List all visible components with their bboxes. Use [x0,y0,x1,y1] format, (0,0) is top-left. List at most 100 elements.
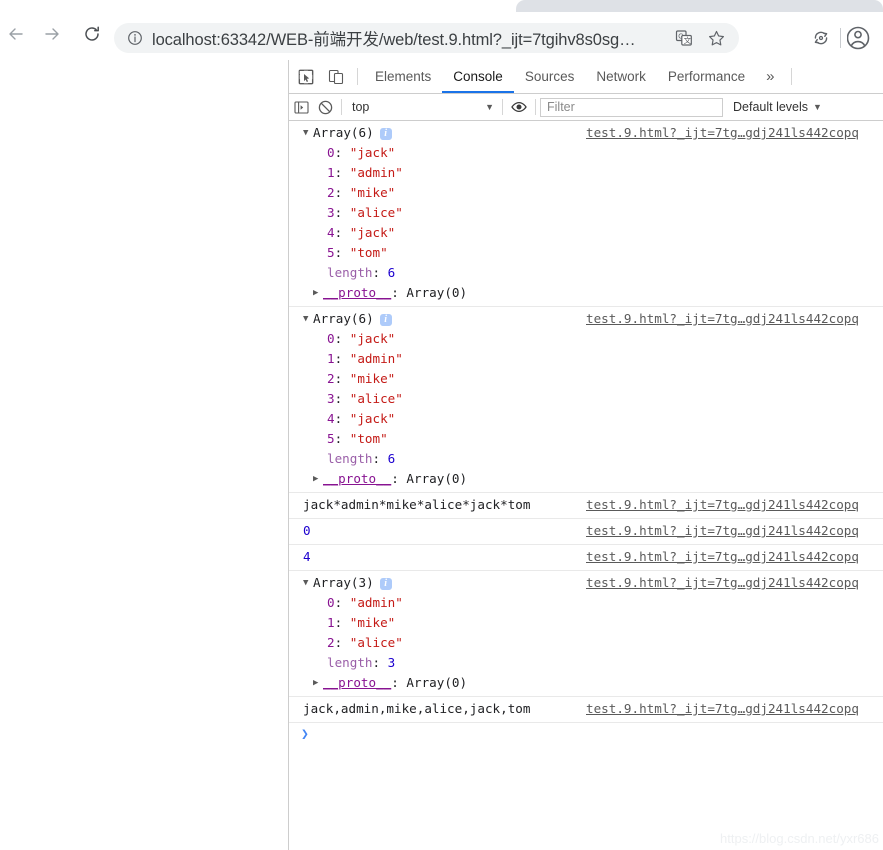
property-value: "alice" [349,391,403,406]
property-value: "jack" [349,411,396,426]
object-proto-row[interactable]: __proto__: Array(0) [289,673,883,693]
property-value: "alice" [349,205,403,220]
object-property: length: 3 [289,653,883,673]
console-source-link[interactable]: test.9.html?_ijt=7tg…gdj241ls442copq [586,495,883,515]
object-property: length: 6 [289,263,883,283]
browser-toolbar: localhost:63342/WEB-前端开发/web/test.9.html… [0,12,883,60]
back-button[interactable] [2,22,30,50]
info-badge-icon[interactable]: i [379,128,392,140]
sync-refresh-icon[interactable] [808,25,834,51]
console-message-list[interactable]: Array(6)i0: "jack"1: "admin"2: "mike"3: … [289,121,883,850]
address-bar[interactable]: localhost:63342/WEB-前端开发/web/test.9.html… [114,23,739,53]
object-property: 5: "tom" [289,429,883,449]
chevron-down-icon[interactable] [303,123,313,143]
property-value: "tom" [349,245,388,260]
console-sidebar-icon[interactable] [289,95,313,119]
property-separator: : [334,331,350,346]
object-property: 1: "admin" [289,163,883,183]
property-key: 2 [327,185,335,200]
reload-button[interactable] [78,22,106,50]
console-source-link[interactable]: test.9.html?_ijt=7tg…gdj241ls442copq [586,547,883,567]
property-value: "jack" [349,225,396,240]
console-toolbar: top ▼ Filter Default levels ▼ [289,94,883,121]
tab-sources[interactable]: Sources [514,61,586,93]
more-tabs-button[interactable]: » [756,68,784,85]
prompt-caret-icon: ❯ [301,726,309,742]
devtools-panel: Elements Console Sources Network Perform… [288,60,883,850]
property-separator: : [334,165,350,180]
property-separator: : [334,411,350,426]
property-key: 3 [327,205,335,220]
browser-tab[interactable] [516,0,883,12]
property-key: length [327,655,373,670]
info-badge-icon[interactable]: i [379,578,392,590]
property-separator: : [334,245,350,260]
tab-elements-label: Elements [375,69,432,84]
console-message[interactable]: Array(3)i0: "admin"1: "mike"2: "alice"le… [289,571,883,697]
chevron-down-icon[interactable] [303,309,313,329]
device-toolbar-icon[interactable] [322,63,349,90]
property-value: "admin" [349,351,403,366]
tab-console-label: Console [453,69,503,84]
tab-console[interactable]: Console [442,61,514,93]
chevron-right-icon[interactable] [313,469,323,489]
console-source-link[interactable]: test.9.html?_ijt=7tg…gdj241ls442copq [586,123,883,143]
property-key: 0 [327,331,335,346]
profile-avatar-icon[interactable] [847,25,873,51]
console-source-link[interactable]: test.9.html?_ijt=7tg…gdj241ls442copq [586,521,883,541]
chevron-down-icon[interactable] [303,573,313,593]
object-proto-row[interactable]: __proto__: Array(0) [289,469,883,489]
console-value: jack,admin,mike,alice,jack,tom [303,701,531,716]
console-message[interactable]: Array(6)i0: "jack"1: "admin"2: "mike"3: … [289,121,883,307]
property-key: 3 [327,391,335,406]
console-source-link[interactable]: test.9.html?_ijt=7tg…gdj241ls442copq [586,573,883,593]
property-value: "admin" [349,595,403,610]
chevron-right-icon[interactable] [313,283,323,303]
translate-icon[interactable]: G 文 [671,25,697,51]
console-source-link[interactable]: test.9.html?_ijt=7tg…gdj241ls442copq [586,309,883,329]
console-message[interactable]: Array(6)i0: "jack"1: "admin"2: "mike"3: … [289,307,883,493]
property-key: 2 [327,371,335,386]
console-message[interactable]: 4 test.9.html?_ijt=7tg…gdj241ls442copq [289,545,883,571]
execution-context-select[interactable]: top ▼ [346,97,498,117]
star-icon[interactable] [703,25,729,51]
console-filter-input[interactable]: Filter [540,97,723,117]
console-message[interactable]: 0 test.9.html?_ijt=7tg…gdj241ls442copq [289,519,883,545]
live-expression-icon[interactable] [507,95,531,119]
object-property: length: 6 [289,449,883,469]
tab-network[interactable]: Network [585,61,657,93]
object-proto-row[interactable]: __proto__: Array(0) [289,283,883,303]
object-property: 1: "admin" [289,349,883,369]
property-value: "jack" [349,145,396,160]
property-separator: : [372,655,388,670]
inspect-element-icon[interactable] [292,63,319,90]
console-value: 0 [303,523,311,538]
object-property: 0: "admin" [289,593,883,613]
property-separator: : [334,615,350,630]
tab-strip [0,0,883,12]
watermark: https://blog.csdn.net/yxr686 [720,831,879,846]
property-key: 2 [327,635,335,650]
property-key: 1 [327,165,335,180]
tab-elements[interactable]: Elements [364,61,442,93]
tab-performance[interactable]: Performance [657,61,756,93]
property-key: length [327,265,373,280]
console-prompt[interactable]: ❯ [289,723,883,745]
info-badge-icon[interactable]: i [379,314,392,326]
property-separator: : [334,205,350,220]
property-value: "admin" [349,165,403,180]
object-property: 4: "jack" [289,223,883,243]
address-bar-url[interactable]: localhost:63342/WEB-前端开发/web/test.9.html… [150,26,739,50]
object-property: 3: "alice" [289,389,883,409]
console-source-link[interactable]: test.9.html?_ijt=7tg…gdj241ls442copq [586,699,883,719]
forward-button[interactable] [38,22,66,50]
property-key: length [327,451,373,466]
clear-console-icon[interactable] [313,95,337,119]
page-info-icon[interactable] [120,30,150,46]
log-levels-dropdown[interactable]: Default levels ▼ [733,100,822,114]
console-message[interactable]: jack*admin*mike*alice*jack*tom test.9.htm… [289,493,883,519]
svg-text:文: 文 [684,35,692,45]
property-key: 4 [327,411,335,426]
console-message[interactable]: jack,admin,mike,alice,jack,tom test.9.htm… [289,697,883,723]
chevron-right-icon[interactable] [313,673,323,693]
